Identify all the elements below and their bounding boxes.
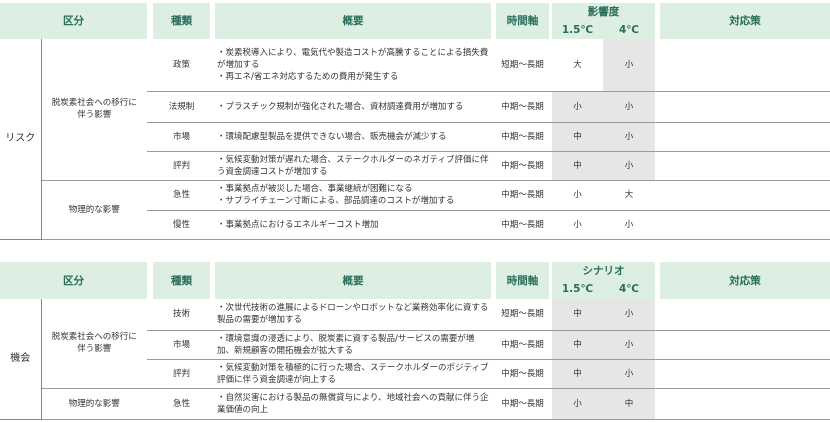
risk-table: 区分 種類 概要 時間軸 影響度 対応策 1.5℃ 4℃ リスク 脱炭素社会への…	[0, 3, 830, 240]
description-cell: ・自然災害における製品の無償貸与により、地域社会への貢献に伴う企業価値の向上	[215, 388, 491, 420]
header-kubun: 区分	[0, 3, 147, 39]
header-1.5c: 1.5℃	[552, 279, 603, 299]
group-physical: 物理的な影響	[41, 388, 147, 420]
header-1.5c: 1.5℃	[552, 20, 603, 39]
action-cell	[660, 39, 830, 92]
header-degree: 影響度	[552, 3, 655, 20]
time-cell: 中期～長期	[496, 180, 549, 211]
header-scenario: シナリオ	[552, 262, 655, 279]
time-cell: 中期～長期	[496, 210, 549, 240]
time-cell: 中期～長期	[496, 330, 549, 360]
description-cell: ・環境配慮型製品を提供できない場合、販売機会が減少する	[215, 122, 491, 152]
header-gaiyou: 概要	[215, 262, 491, 299]
action-cell	[660, 180, 830, 211]
action-cell	[660, 359, 830, 389]
action-cell	[660, 91, 830, 123]
time-cell: 中期～長期	[496, 388, 549, 420]
time-cell: 中期～長期	[496, 91, 549, 123]
value-1.5c: 小	[552, 91, 603, 123]
time-cell: 中期～長期	[496, 359, 549, 389]
category-risk: リスク	[0, 39, 42, 240]
header-4c: 4℃	[603, 279, 655, 299]
group-physical: 物理的な影響	[41, 180, 147, 240]
table-row: 物理的な影響 急性 ・事業拠点が被災した場合、事業継続が困難になる ・サプライチ…	[0, 180, 830, 240]
table-row: 物理的な影響 急性 ・自然災害における製品の無償貸与により、地域社会への貢献に伴…	[0, 388, 830, 420]
header-shurui: 種類	[153, 3, 210, 39]
type-cell: 急性	[153, 180, 210, 211]
opportunity-header-row: 区分 種類 概要 時間軸 シナリオ 対応策	[0, 262, 830, 299]
action-cell	[660, 210, 830, 240]
action-cell	[660, 388, 830, 420]
risk-header-row: 区分 種類 概要 時間軸 影響度 対応策	[0, 3, 830, 39]
value-4c: 小	[603, 299, 655, 331]
description-cell: ・気候変動対策を積極的に行った場合、ステークホルダーのポジティブ評価に伴う資金調…	[215, 359, 491, 389]
description-cell: ・炭素税導入により、電気代や製造コストが高騰することによる損失費が増加する ・再…	[215, 39, 491, 92]
type-cell: 慢性	[153, 210, 210, 240]
value-1.5c: 中	[552, 299, 603, 331]
value-4c: 小	[603, 151, 655, 181]
action-cell	[660, 151, 830, 181]
action-cell	[660, 299, 830, 331]
type-cell: 技術	[153, 299, 210, 331]
type-cell: 急性	[153, 388, 210, 420]
value-1.5c: 大	[552, 39, 603, 92]
type-cell: 評判	[153, 151, 210, 181]
time-cell: 短期～長期	[496, 299, 549, 331]
type-cell: 政策	[153, 39, 210, 92]
description-cell: ・事業拠点が被災した場合、事業継続が困難になる ・サプライチェーン寸断による、部…	[215, 180, 491, 211]
table-row: 機会 脱炭素社会への移行に伴う影響 技術 ・次世代技術の進展によるドローンやロボ…	[0, 299, 830, 420]
header-jikan: 時間軸	[496, 3, 549, 39]
value-4c: 小	[603, 330, 655, 360]
value-4c: 大	[603, 180, 655, 211]
value-4c: 小	[603, 122, 655, 152]
type-cell: 市場	[153, 122, 210, 152]
header-jikan: 時間軸	[496, 262, 549, 299]
value-1.5c: 中	[552, 359, 603, 389]
time-cell: 短期～長期	[496, 39, 549, 92]
description-cell: ・気候変動対策が遅れた場合、ステークホルダーのネガティブ評価に伴う資金調達コスト…	[215, 151, 491, 181]
value-4c: 中	[603, 388, 655, 420]
type-cell: 法規制	[153, 91, 210, 123]
group-transition: 脱炭素社会への移行に伴う影響	[41, 299, 147, 389]
value-4c: 小	[603, 91, 655, 123]
value-1.5c: 中	[552, 122, 603, 152]
header-gaiyou: 概要	[215, 3, 491, 39]
category-opportunity: 機会	[0, 299, 42, 420]
description-cell: ・事業拠点におけるエネルギーコスト増加	[215, 210, 491, 240]
header-taiou: 対応策	[660, 3, 830, 39]
value-1.5c: 小	[552, 180, 603, 211]
value-4c: 小	[603, 359, 655, 389]
opportunity-table: 区分 種類 概要 時間軸 シナリオ 対応策 1.5℃ 4℃ 機会 脱炭素社会への…	[0, 262, 830, 420]
description-cell: ・環境意識の浸透により、脱炭素に資する製品/サービスの需要が増加、新規顧客の開拓…	[215, 330, 491, 360]
header-taiou: 対応策	[660, 262, 830, 299]
header-shurui: 種類	[153, 262, 210, 299]
header-4c: 4℃	[603, 20, 655, 39]
table-row: リスク 脱炭素社会への移行に伴う影響 政策 ・炭素税導入により、電気代や製造コス…	[0, 39, 830, 240]
group-transition: 脱炭素社会への移行に伴う影響	[41, 39, 147, 181]
value-1.5c: 小	[552, 210, 603, 240]
value-4c: 小	[603, 39, 655, 92]
description-cell: ・次世代技術の進展によるドローンやロボットなど業務効率化に資する製品の需要が増加…	[215, 299, 491, 331]
time-cell: 中期～長期	[496, 122, 549, 152]
value-4c: 小	[603, 210, 655, 240]
value-1.5c: 中	[552, 330, 603, 360]
value-1.5c: 中	[552, 151, 603, 181]
value-1.5c: 小	[552, 388, 603, 420]
type-cell: 評判	[153, 359, 210, 389]
header-kubun: 区分	[0, 262, 147, 299]
type-cell: 市場	[153, 330, 210, 360]
action-cell	[660, 122, 830, 152]
action-cell	[660, 330, 830, 360]
time-cell: 中期～長期	[496, 151, 549, 181]
description-cell: ・プラスチック規制が強化された場合、資材調達費用が増加する	[215, 91, 491, 123]
